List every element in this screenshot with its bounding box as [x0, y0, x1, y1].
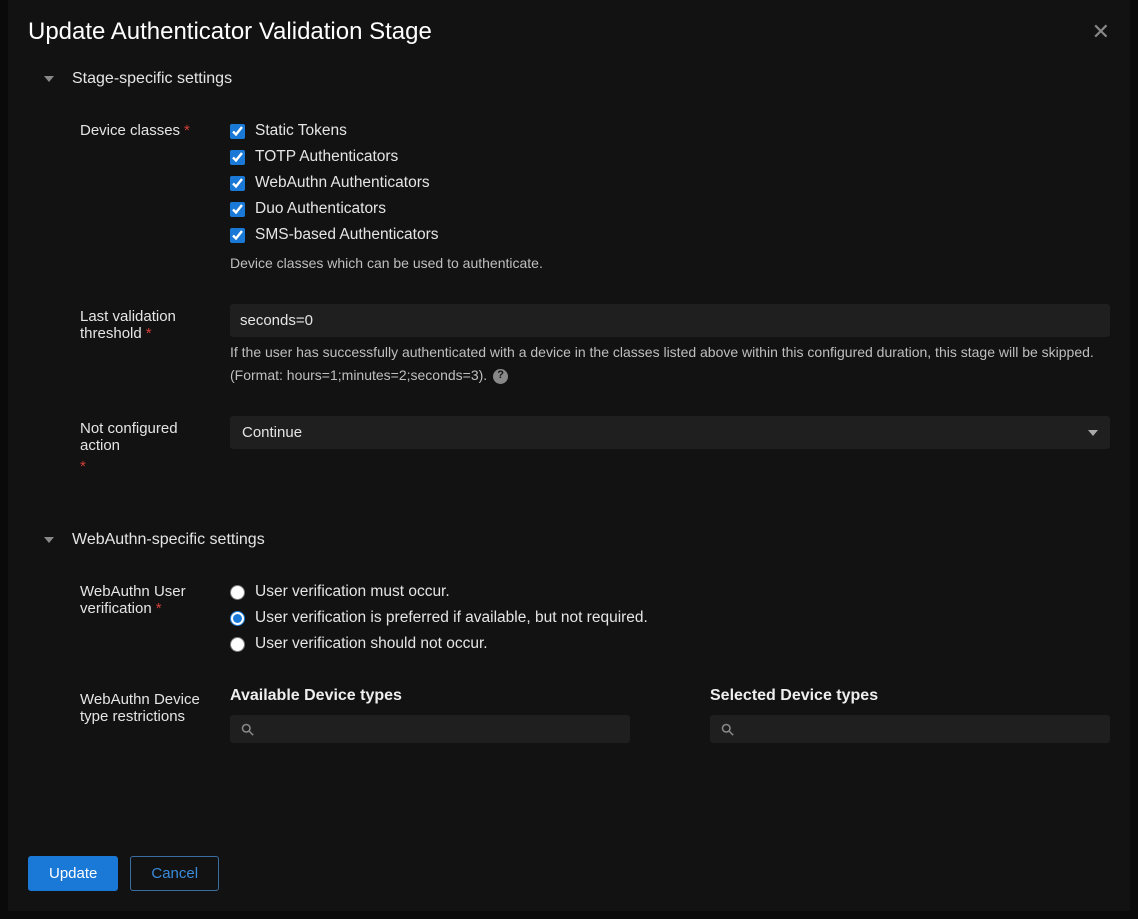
modal-dialog: Update Authenticator Validation Stage ✕ … [8, 0, 1130, 911]
checkbox-webauthn[interactable] [230, 176, 245, 191]
section-webauthn-body: WebAuthn User verification* User verific… [8, 559, 1130, 753]
search-icon [240, 722, 255, 737]
available-search[interactable] [230, 715, 630, 743]
radio-uv-must-label: User verification must occur. [255, 583, 450, 601]
section-webauthn-title: WebAuthn-specific settings [72, 531, 265, 549]
available-search-input[interactable] [263, 721, 620, 737]
close-icon[interactable]: ✕ [1092, 21, 1110, 43]
section-webauthn-toggle[interactable]: WebAuthn-specific settings [8, 515, 1130, 559]
search-icon [720, 722, 735, 737]
section-stage-specific-body: Device classes* Static Tokens TOTP Authe… [8, 98, 1130, 495]
checkbox-duo-label: Duo Authenticators [255, 200, 386, 218]
checkbox-static-tokens[interactable] [230, 124, 245, 139]
checkbox-duo[interactable] [230, 202, 245, 217]
not-configured-select[interactable]: Continue [230, 416, 1110, 449]
radio-uv-none[interactable] [230, 637, 245, 652]
device-restrictions-label: WebAuthn Device type restrictions [80, 687, 230, 725]
chevron-down-icon [44, 76, 54, 82]
radio-uv-must[interactable] [230, 585, 245, 600]
available-device-types-title: Available Device types [230, 687, 630, 705]
selected-search-input[interactable] [743, 721, 1100, 737]
checkbox-sms[interactable] [230, 228, 245, 243]
caret-down-icon [1088, 430, 1098, 436]
last-validation-input[interactable] [230, 304, 1110, 337]
section-stage-specific-toggle[interactable]: Stage-specific settings [8, 54, 1130, 98]
radio-uv-preferred-label: User verification is preferred if availa… [255, 609, 648, 627]
device-classes-label: Device classes* [80, 118, 230, 139]
checkbox-totp[interactable] [230, 150, 245, 165]
cancel-button[interactable]: Cancel [130, 856, 219, 891]
update-button[interactable]: Update [28, 856, 118, 891]
checkbox-webauthn-label: WebAuthn Authenticators [255, 174, 430, 192]
selected-device-types-title: Selected Device types [710, 687, 1110, 705]
chevron-down-icon [44, 537, 54, 543]
last-validation-help: If the user has successfully authenticat… [230, 337, 1110, 386]
last-validation-label: Last validation threshold* [80, 304, 230, 342]
selected-search[interactable] [710, 715, 1110, 743]
checkbox-totp-label: TOTP Authenticators [255, 148, 398, 166]
section-stage-specific-title: Stage-specific settings [72, 70, 232, 88]
checkbox-sms-label: SMS-based Authenticators [255, 226, 439, 244]
checkbox-static-tokens-label: Static Tokens [255, 122, 347, 140]
device-classes-help: Device classes which can be used to auth… [230, 248, 1110, 274]
not-configured-label: Not configured action* [80, 416, 230, 475]
modal-title: Update Authenticator Validation Stage [28, 18, 432, 46]
help-icon[interactable]: ? [493, 369, 508, 384]
not-configured-value: Continue [242, 424, 302, 441]
radio-uv-none-label: User verification should not occur. [255, 635, 488, 653]
radio-uv-preferred[interactable] [230, 611, 245, 626]
user-verification-label: WebAuthn User verification* [80, 579, 230, 617]
